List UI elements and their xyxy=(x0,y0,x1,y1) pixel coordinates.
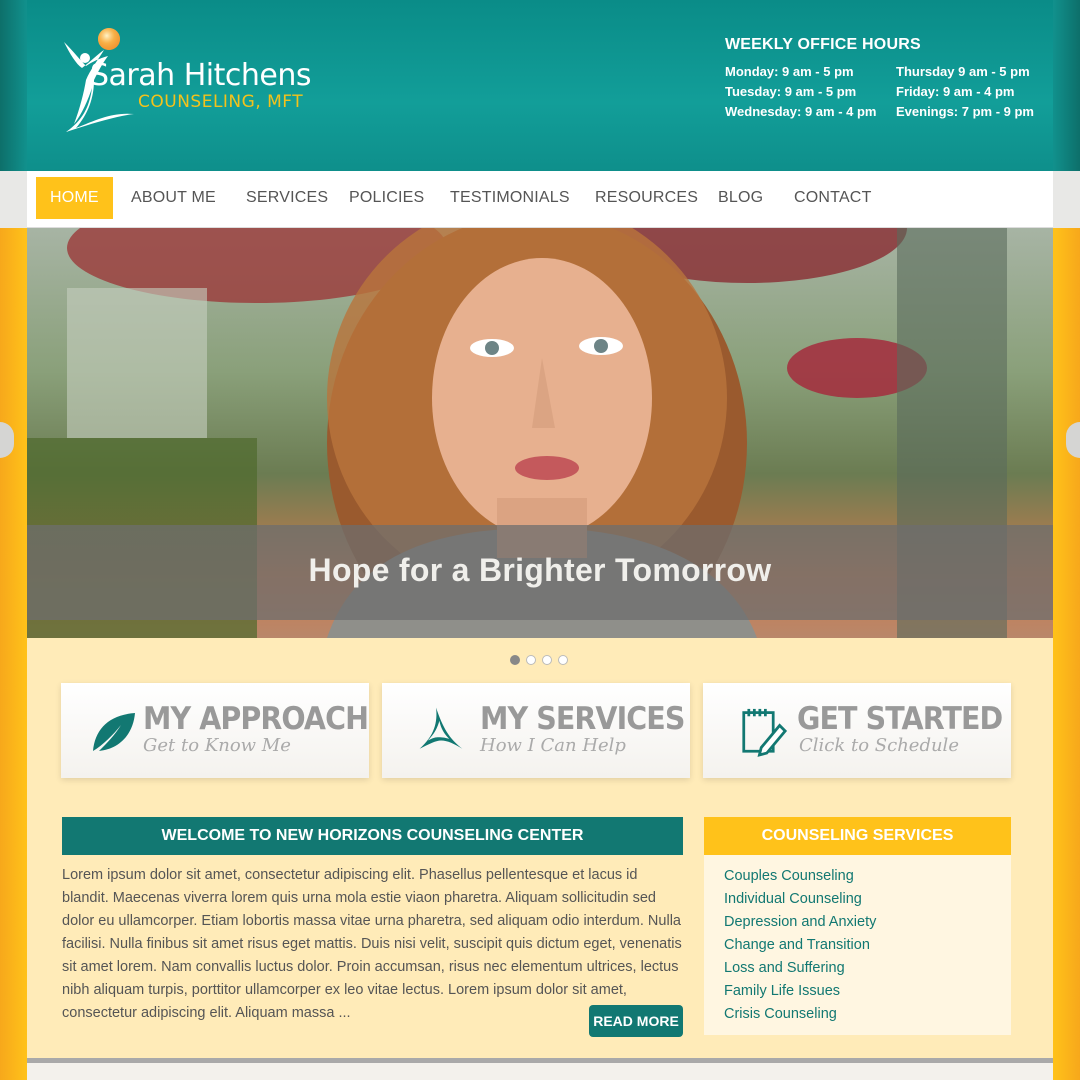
office-hours-grid: Monday: 9 am - 5 pm Thursday 9 am - 5 pm… xyxy=(725,64,1046,119)
service-link[interactable]: Loss and Suffering xyxy=(724,957,1011,980)
notepad-pencil-icon xyxy=(742,708,787,757)
slider-dot-2[interactable] xyxy=(526,655,536,665)
read-more-button[interactable]: READ MORE xyxy=(589,1005,683,1037)
nav-about-me[interactable]: ABOUT ME xyxy=(117,177,230,219)
hero-caption-band: Hope for a Brighter Tomorrow xyxy=(27,525,1053,620)
footer-strip xyxy=(27,1063,1053,1080)
hours-thursday: Thursday 9 am - 5 pm xyxy=(896,64,1030,79)
service-link[interactable]: Individual Counseling xyxy=(724,888,1011,911)
leaf-icon xyxy=(93,713,135,751)
hours-wednesday: Wednesday: 9 am - 4 pm xyxy=(725,104,877,119)
promo-subtitle: Get to Know Me xyxy=(143,735,291,756)
hero-slider[interactable]: Hope for a Brighter Tomorrow xyxy=(27,228,1053,638)
promo-my-approach[interactable]: MY APPROACH Get to Know Me xyxy=(61,683,369,778)
nav-contact[interactable]: CONTACT xyxy=(780,177,886,219)
welcome-heading: WELCOME TO NEW HORIZONS COUNSELING CENTE… xyxy=(62,817,683,855)
promo-my-services[interactable]: MY SERVICES How I Can Help xyxy=(382,683,690,778)
counseling-services-heading: COUNSELING SERVICES xyxy=(704,817,1011,855)
welcome-body-text: Lorem ipsum dolor sit amet, consectetur … xyxy=(62,867,682,1021)
service-link[interactable]: Couples Counseling xyxy=(724,865,1011,888)
slider-dot-1[interactable] xyxy=(510,655,520,665)
hours-evenings: Evenings: 7 pm - 9 pm xyxy=(896,104,1034,119)
hours-monday: Monday: 9 am - 5 pm xyxy=(725,64,854,79)
main-nav: HOME ABOUT ME SERVICES POLICIES TESTIMON… xyxy=(27,171,1053,228)
slider-prev-arrow[interactable] xyxy=(0,422,14,458)
logo-name: Sarah Hitchens xyxy=(90,58,311,93)
slider-next-arrow[interactable] xyxy=(1066,422,1080,458)
promo-title: GET STARTED xyxy=(797,701,1003,737)
hours-tuesday: Tuesday: 9 am - 5 pm xyxy=(725,84,857,99)
promo-title: MY SERVICES xyxy=(480,701,685,737)
promo-subtitle: How I Can Help xyxy=(480,735,626,756)
promo-get-started[interactable]: GET STARTED Click to Schedule xyxy=(703,683,1011,778)
promo-subtitle: Click to Schedule xyxy=(799,735,959,756)
site-logo[interactable]: Sarah Hitchens COUNSELING, MFT xyxy=(60,28,330,138)
service-link[interactable]: Change and Transition xyxy=(724,934,1011,957)
nav-services[interactable]: SERVICES xyxy=(232,177,342,219)
promo-title: MY APPROACH xyxy=(143,701,369,737)
nav-resources[interactable]: RESOURCES xyxy=(581,177,712,219)
logo-subtitle: COUNSELING, MFT xyxy=(138,92,304,112)
slider-dots xyxy=(510,655,568,665)
service-link[interactable]: Crisis Counseling xyxy=(724,1003,1011,1026)
office-hours-title: WEEKLY OFFICE HOURS xyxy=(725,36,921,53)
nav-policies[interactable]: POLICIES xyxy=(335,177,438,219)
hours-friday: Friday: 9 am - 4 pm xyxy=(896,84,1015,99)
service-link[interactable]: Depression and Anxiety xyxy=(724,911,1011,934)
counseling-services-list: Couples Counseling Individual Counseling… xyxy=(704,855,1011,1035)
office-hours: WEEKLY OFFICE HOURS Monday: 9 am - 5 pm … xyxy=(725,36,1046,119)
nav-blog[interactable]: BLOG xyxy=(704,177,777,219)
slider-dot-4[interactable] xyxy=(558,655,568,665)
slider-dot-3[interactable] xyxy=(542,655,552,665)
nav-home[interactable]: HOME xyxy=(36,177,113,219)
hero-caption: Hope for a Brighter Tomorrow xyxy=(308,552,772,588)
nav-testimonials[interactable]: TESTIMONIALS xyxy=(436,177,584,219)
tripod-icon xyxy=(419,707,463,749)
service-link[interactable]: Family Life Issues xyxy=(724,980,1011,1003)
